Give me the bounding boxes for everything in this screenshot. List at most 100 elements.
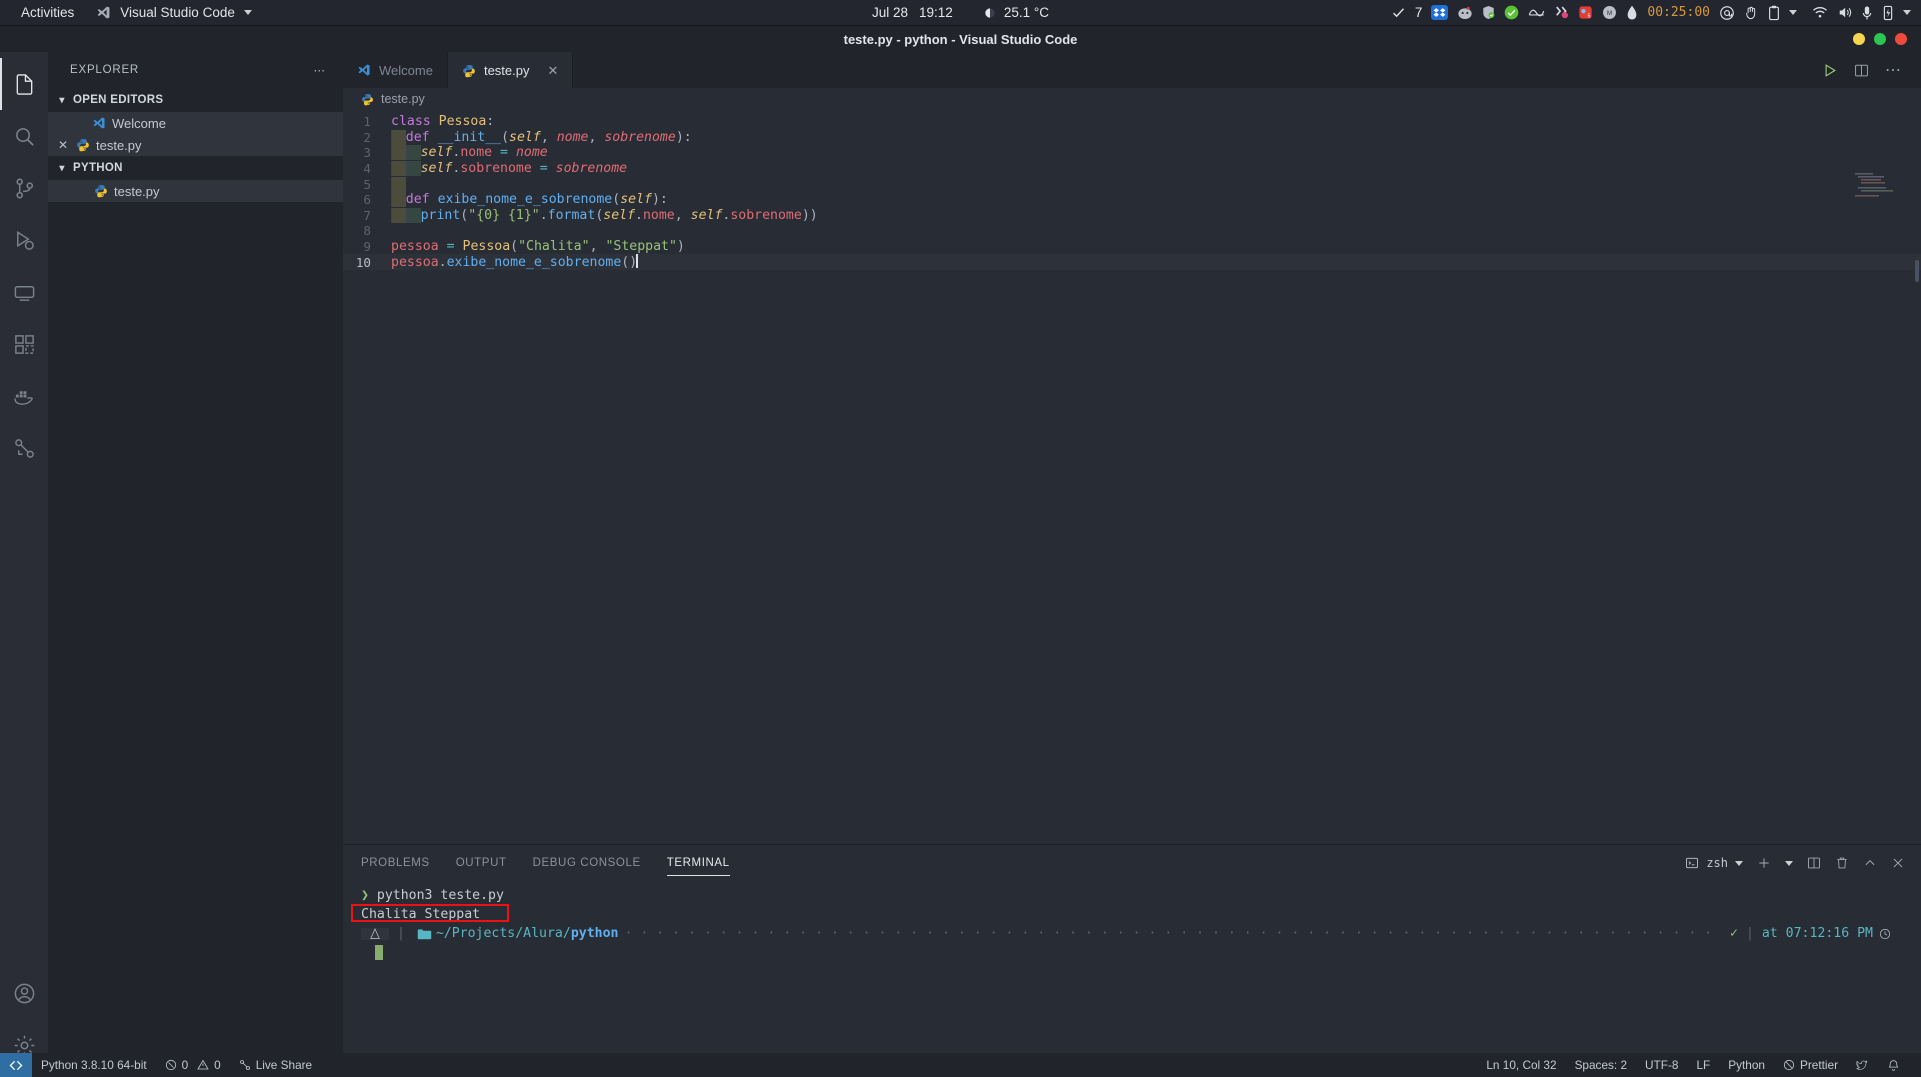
code-token: self: [603, 207, 636, 223]
sidebar-item-remote-explorer[interactable]: [0, 266, 48, 318]
chevron-up-icon[interactable]: [1863, 856, 1877, 870]
sidebar-item-search[interactable]: [0, 110, 48, 162]
prettier-label: Prettier: [1799, 1058, 1838, 1072]
code-token: ,: [674, 207, 691, 223]
tab-teste-py[interactable]: teste.py ✕: [447, 52, 574, 88]
status-python-interpreter[interactable]: Python 3.8.10 64-bit: [32, 1053, 156, 1077]
code-token: pessoa: [391, 255, 439, 271]
vscode-icon: [92, 116, 106, 130]
system-tray: 7 5 M 00:25:00: [1391, 5, 1921, 21]
at-icon[interactable]: [1719, 5, 1735, 21]
plus-icon[interactable]: [1757, 856, 1771, 870]
ellipsis-icon[interactable]: ⋯: [314, 63, 328, 77]
bell-icon: [1887, 1059, 1900, 1072]
docker-icon: [13, 385, 36, 408]
terminal-timestamp: at 07:12:16 PM: [1761, 926, 1873, 941]
microphone-icon[interactable]: [1861, 5, 1873, 21]
code-token: def: [405, 192, 438, 208]
battery-icon[interactable]: [1882, 5, 1894, 21]
activity-bar: [0, 52, 48, 1077]
tab-debug-console[interactable]: DEBUG CONSOLE: [533, 845, 641, 881]
weather-indicator[interactable]: 25.1 °C: [983, 5, 1049, 20]
code-line-text: pessoa = Pessoa("Chalita", "Steppat"): [391, 239, 1921, 254]
status-feedback[interactable]: [1847, 1053, 1878, 1077]
clock[interactable]: Jul 28 19:12: [872, 5, 953, 20]
sidebar-item-live-share[interactable]: [0, 422, 48, 474]
status-live-share[interactable]: Live Share: [230, 1053, 321, 1077]
mailspring-icon[interactable]: M: [1602, 5, 1617, 20]
source-control-icon: [13, 177, 36, 200]
accounts-button[interactable]: [0, 967, 48, 1019]
slack-icon[interactable]: [1554, 5, 1569, 20]
split-editor-icon[interactable]: [1854, 63, 1869, 78]
breadcrumb-label: teste.py: [381, 92, 425, 106]
breadcrumb[interactable]: teste.py: [343, 88, 1921, 110]
terminal-output[interactable]: ❯ python3 teste.py Chalita Steppat | ~/P…: [343, 881, 1921, 1077]
code-token: ): [676, 239, 685, 255]
app-menu-button[interactable]: Visual Studio Code: [85, 0, 263, 26]
tab-welcome[interactable]: Welcome: [343, 52, 448, 88]
remote-indicator-icon[interactable]: [0, 1053, 32, 1077]
sidebar-item-source-control[interactable]: [0, 162, 48, 214]
close-icon[interactable]: ✕: [56, 138, 70, 152]
play-icon[interactable]: [1823, 63, 1838, 78]
tab-terminal[interactable]: TERMINAL: [666, 845, 730, 881]
status-editor-eol[interactable]: LF: [1687, 1053, 1719, 1077]
clipboard-icon[interactable]: [1768, 5, 1780, 21]
chevron-down-icon[interactable]: [1789, 10, 1797, 15]
minimap[interactable]: [1849, 172, 1907, 198]
close-icon[interactable]: ✕: [547, 63, 558, 79]
status-notifications[interactable]: [1878, 1053, 1909, 1077]
trash-icon[interactable]: [1835, 856, 1849, 870]
chevron-down-icon[interactable]: [1785, 860, 1793, 866]
ellipsis-icon[interactable]: ⋯: [1885, 60, 1903, 80]
chevron-down-icon[interactable]: [1903, 10, 1911, 15]
skype-icon[interactable]: 5: [1578, 5, 1593, 20]
activities-button[interactable]: Activities: [10, 0, 85, 26]
code-token: "Chalita": [518, 239, 590, 255]
status-problems-count[interactable]: 0 0: [156, 1053, 230, 1077]
status-editor-indentation[interactable]: Spaces: 2: [1566, 1053, 1636, 1077]
list-item[interactable]: Welcome: [48, 112, 343, 134]
files-icon: [13, 73, 36, 96]
tab-problems[interactable]: PROBLEMS: [361, 845, 430, 881]
volume-icon[interactable]: [1837, 5, 1852, 20]
warning-icon: [197, 1059, 209, 1071]
status-editor-position[interactable]: Ln 10, Col 32: [1477, 1053, 1565, 1077]
status-prettier[interactable]: Prettier: [1774, 1053, 1847, 1077]
chevron-down-icon: ▾: [59, 94, 65, 106]
discord-icon[interactable]: [1457, 6, 1473, 20]
close-window-button[interactable]: [1895, 33, 1907, 45]
sidebar-item-docker[interactable]: [0, 370, 48, 422]
checkmark-icon[interactable]: [1391, 5, 1406, 20]
split-icon[interactable]: [1807, 856, 1821, 870]
sidebar-item-run-and-debug[interactable]: [0, 214, 48, 266]
scrollbar-thumb[interactable]: [1915, 260, 1919, 282]
vpn-icon[interactable]: [1528, 7, 1545, 19]
sidebar-section-python[interactable]: ▾ PYTHON: [48, 156, 343, 180]
wifi-icon[interactable]: [1812, 6, 1828, 19]
minimize-window-button[interactable]: [1853, 33, 1865, 45]
shield-icon[interactable]: [1482, 5, 1495, 20]
sidebar-section-open-editors[interactable]: ▾ OPEN EDITORS: [48, 88, 343, 112]
code-editor[interactable]: 1 class Pessoa: 2 def __init__(self, nome,…: [343, 110, 1921, 844]
terminal-selector[interactable]: zsh: [1685, 856, 1743, 870]
pomodoro-icon[interactable]: [1626, 5, 1638, 21]
maximize-window-button[interactable]: [1874, 33, 1886, 45]
status-editor-language[interactable]: Python: [1719, 1053, 1774, 1077]
sidebar-item-extensions[interactable]: [0, 318, 48, 370]
status-editor-encoding[interactable]: UTF-8: [1636, 1053, 1687, 1077]
close-icon[interactable]: [1891, 856, 1905, 870]
touchpad-icon[interactable]: [1744, 5, 1759, 20]
indent-guide: [391, 207, 406, 223]
terminal-input-line[interactable]: [361, 943, 1921, 962]
list-item[interactable]: ✕ teste.py: [48, 134, 343, 156]
dropbox-icon[interactable]: [1431, 5, 1449, 20]
chevron-down-icon[interactable]: [1735, 860, 1743, 866]
vscode-icon: [96, 5, 111, 20]
code-token: (: [612, 192, 621, 208]
antivirus-check-icon[interactable]: [1504, 5, 1519, 20]
tab-output[interactable]: OUTPUT: [456, 845, 507, 881]
list-item[interactable]: teste.py: [48, 180, 343, 202]
sidebar-item-explorer[interactable]: [0, 58, 48, 110]
